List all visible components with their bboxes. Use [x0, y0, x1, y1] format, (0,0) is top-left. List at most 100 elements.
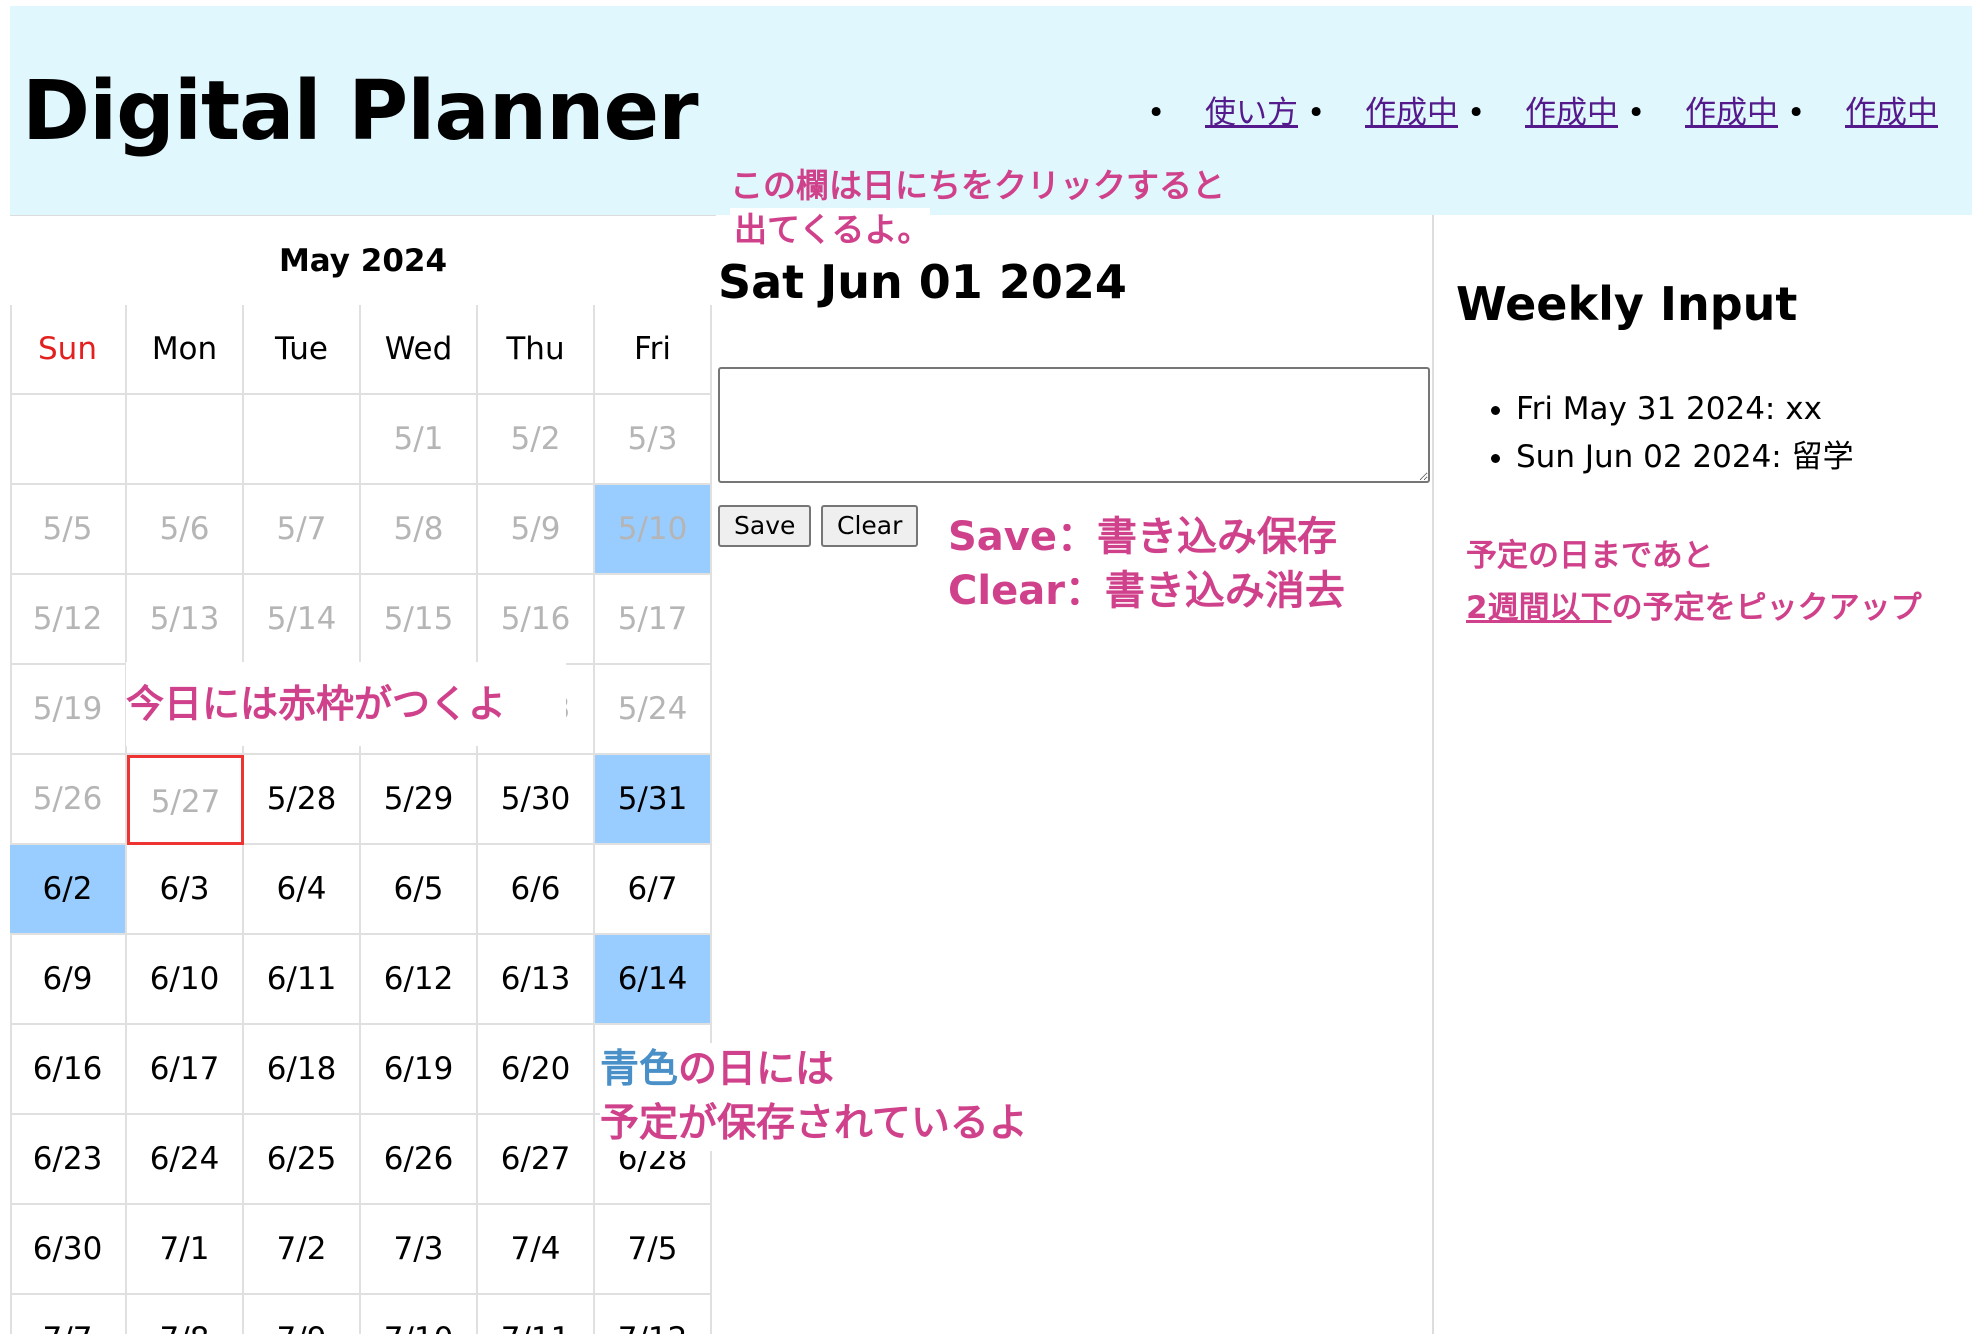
calendar-day[interactable]: 6/12: [361, 935, 478, 1025]
calendar-day[interactable]: 5/17: [595, 575, 712, 665]
saved-hint-line-1: 青色の日には: [600, 1043, 1028, 1097]
weekday-header-mon: Mon: [127, 305, 244, 395]
nav-link-wip-2[interactable]: 作成中: [1525, 88, 1618, 138]
weekday-header-fri: Fri: [595, 305, 712, 395]
day-note-input[interactable]: [718, 367, 1430, 483]
calendar-day[interactable]: 5/24: [595, 665, 712, 755]
calendar-empty-cell: [10, 395, 127, 485]
calendar-day[interactable]: 6/16: [10, 1025, 127, 1115]
calendar-day[interactable]: 5/30: [478, 755, 595, 845]
calendar-day[interactable]: 5/3: [595, 395, 712, 485]
calendar-day[interactable]: 7/2: [244, 1205, 361, 1295]
weekly-input-title: Weekly Input: [1456, 277, 1798, 331]
calendar-day[interactable]: 5/13: [127, 575, 244, 665]
calendar-day[interactable]: 6/2: [10, 845, 127, 935]
nav-link-wip-1[interactable]: 作成中: [1365, 88, 1458, 138]
nav-link-how-to[interactable]: 使い方: [1205, 88, 1298, 138]
calendar-day[interactable]: 7/3: [361, 1205, 478, 1295]
calendar-day[interactable]: 5/31: [595, 755, 712, 845]
nav-link-wip-4[interactable]: 作成中: [1845, 88, 1938, 138]
calendar-day[interactable]: 7/1: [127, 1205, 244, 1295]
calendar-day[interactable]: 6/5: [361, 845, 478, 935]
detail-hint-line-1: この欄は日にちをクリックすると: [730, 166, 1225, 205]
calendar-day[interactable]: 6/9: [10, 935, 127, 1025]
calendar-day[interactable]: 7/11: [478, 1295, 595, 1334]
calendar-day[interactable]: 5/15: [361, 575, 478, 665]
nav-link-wip-3[interactable]: 作成中: [1685, 88, 1778, 138]
bullet-icon: •: [1787, 95, 1806, 131]
calendar-day[interactable]: 7/10: [361, 1295, 478, 1334]
today-hint-note: 今日には赤枠がつくよ: [126, 662, 566, 746]
buttons-hint-note: Save：書き込み保存 Clear：書き込み消去: [948, 510, 1345, 618]
weekday-header-thu: Thu: [478, 305, 595, 395]
calendar-empty-cell: [127, 395, 244, 485]
calendar-day[interactable]: 5/26: [10, 755, 127, 845]
calendar-day[interactable]: 7/5: [595, 1205, 712, 1295]
calendar-day[interactable]: 6/3: [127, 845, 244, 935]
day-detail-panel: Sat Jun 01 2024 Save Clear: [716, 215, 1432, 1334]
calendar-day[interactable]: 6/4: [244, 845, 361, 935]
bullet-icon: •: [1307, 95, 1326, 131]
calendar-day[interactable]: 5/14: [244, 575, 361, 665]
calendar-month-title: May 2024: [10, 215, 716, 305]
weekly-input-panel: Weekly Input Fri May 31 2024: xx Sun Jun…: [1432, 215, 1972, 1334]
calendar-day[interactable]: 5/28: [244, 755, 361, 845]
calendar-day[interactable]: 5/27: [127, 755, 244, 845]
calendar-day[interactable]: 6/13: [478, 935, 595, 1025]
top-nav: • 使い方 • 作成中 • 作成中 • 作成中 • 作成中: [10, 88, 1972, 138]
buttons-hint-line-2: Clear：書き込み消去: [948, 568, 1345, 614]
calendar-day[interactable]: 7/4: [478, 1205, 595, 1295]
weekly-list: Fri May 31 2024: xx Sun Jun 02 2024: 留学: [1480, 385, 1854, 481]
weekday-header-sun: Sun: [10, 305, 127, 395]
weekly-hint-rest: の予定をピックアップ: [1611, 590, 1922, 626]
saved-hint-line-1-rest: の日には: [678, 1047, 835, 1092]
calendar: May 2024 Sun Mon Tue Wed Thu Fri 5/1 5/2 5/3 5/5 5…: [10, 215, 716, 1334]
calendar-day[interactable]: 5/5: [10, 485, 127, 575]
calendar-day[interactable]: 6/11: [244, 935, 361, 1025]
calendar-day[interactable]: 5/8: [361, 485, 478, 575]
buttons-hint-line-1: Save：書き込み保存: [948, 514, 1338, 560]
calendar-day[interactable]: 5/7: [244, 485, 361, 575]
calendar-day[interactable]: 6/6: [478, 845, 595, 935]
saved-hint-blue-word: 青色: [600, 1047, 679, 1092]
calendar-day[interactable]: 6/26: [361, 1115, 478, 1205]
calendar-day[interactable]: 6/14: [595, 935, 712, 1025]
calendar-day[interactable]: 6/27: [478, 1115, 595, 1205]
calendar-day[interactable]: 6/17: [127, 1025, 244, 1115]
weekday-header-wed: Wed: [361, 305, 478, 395]
calendar-day[interactable]: 6/19: [361, 1025, 478, 1115]
calendar-day[interactable]: 6/25: [244, 1115, 361, 1205]
saved-hint-note: 青色の日には 予定が保存されているよ: [600, 1043, 1038, 1151]
saved-hint-line-2: 予定が保存されているよ: [600, 1101, 1028, 1146]
calendar-day[interactable]: 6/20: [478, 1025, 595, 1115]
calendar-day[interactable]: 6/10: [127, 935, 244, 1025]
calendar-day[interactable]: 6/7: [595, 845, 712, 935]
calendar-day[interactable]: 6/23: [10, 1115, 127, 1205]
clear-button[interactable]: Clear: [821, 505, 919, 547]
save-button[interactable]: Save: [718, 505, 812, 547]
weekday-header-tue: Tue: [244, 305, 361, 395]
calendar-day[interactable]: 5/19: [10, 665, 127, 755]
calendar-day[interactable]: 5/29: [361, 755, 478, 845]
calendar-day[interactable]: 5/16: [478, 575, 595, 665]
calendar-day[interactable]: 6/18: [244, 1025, 361, 1115]
calendar-day[interactable]: 5/10: [595, 485, 712, 575]
calendar-day[interactable]: 5/9: [478, 485, 595, 575]
calendar-day[interactable]: 7/12: [595, 1295, 712, 1334]
calendar-day[interactable]: 7/9: [244, 1295, 361, 1334]
detail-hint-line-2: 出てくるよ。: [730, 208, 931, 252]
bullet-icon: •: [1147, 95, 1166, 131]
weekly-hint-emphasis: 2週間以下: [1466, 590, 1612, 626]
calendar-day[interactable]: 7/8: [127, 1295, 244, 1334]
bullet-icon: •: [1627, 95, 1646, 131]
calendar-day[interactable]: 5/2: [478, 395, 595, 485]
bullet-icon: •: [1467, 95, 1486, 131]
calendar-day[interactable]: 5/1: [361, 395, 478, 485]
calendar-day[interactable]: 7/7: [10, 1295, 127, 1334]
calendar-day[interactable]: 6/30: [10, 1205, 127, 1295]
selected-date-heading: Sat Jun 01 2024: [718, 255, 1127, 309]
weekly-hint-note: 予定の日まであと 2週間以下の予定をピックアップ: [1466, 530, 1922, 634]
calendar-day[interactable]: 5/12: [10, 575, 127, 665]
calendar-day[interactable]: 5/6: [127, 485, 244, 575]
calendar-day[interactable]: 6/24: [127, 1115, 244, 1205]
